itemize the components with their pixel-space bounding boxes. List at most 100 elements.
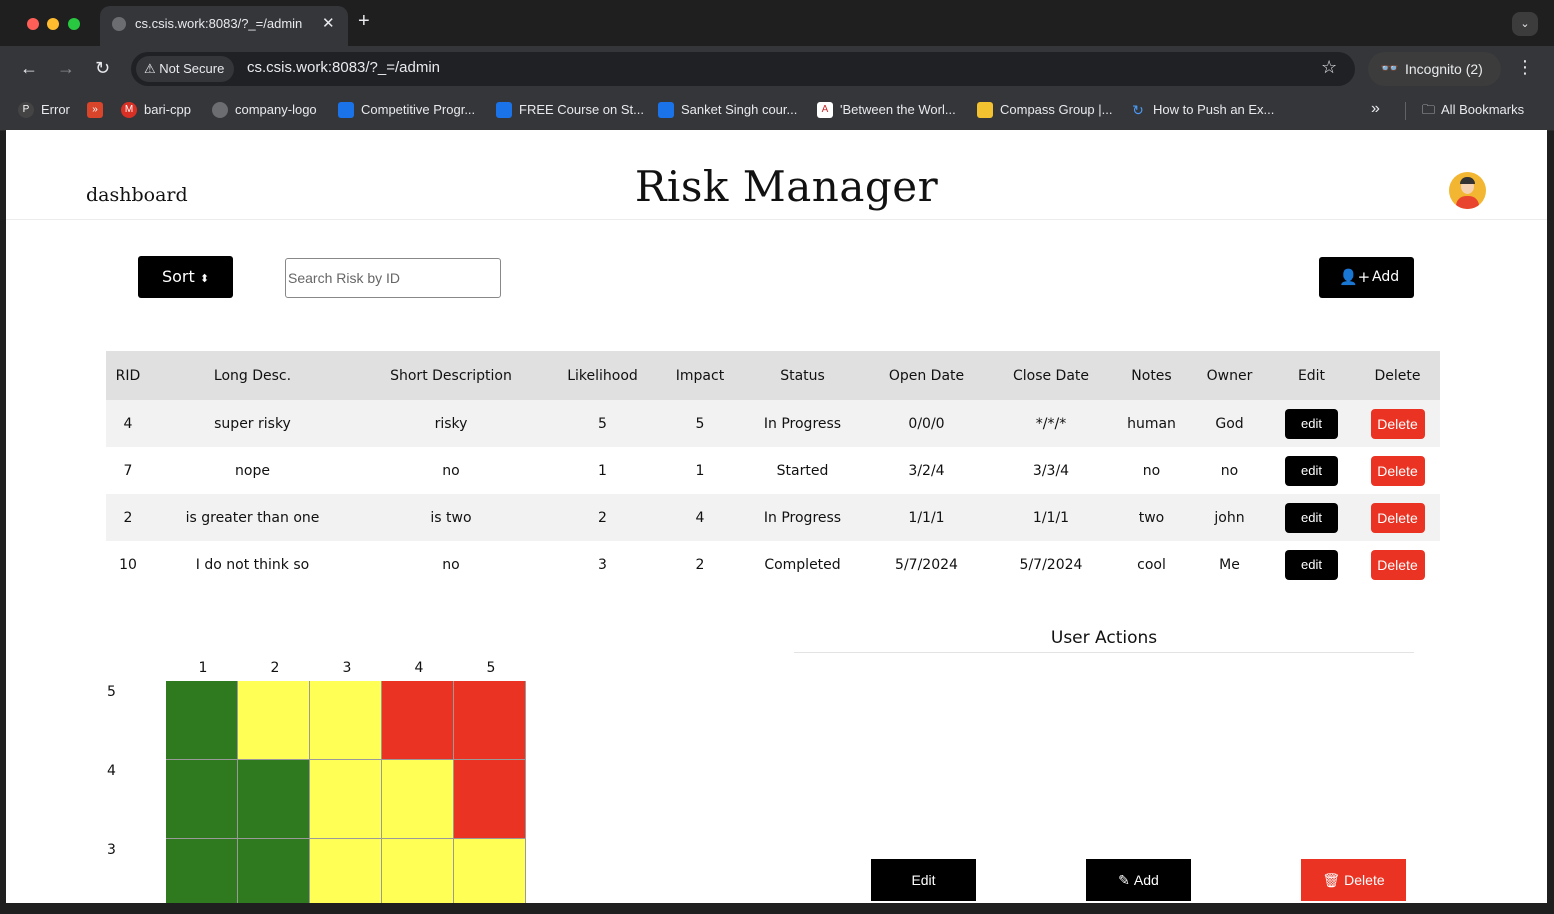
matrix-row-label: 3 — [107, 842, 116, 858]
column-header[interactable]: Status — [742, 351, 863, 400]
cell-close-date: */*/* — [990, 400, 1112, 447]
column-header[interactable]: RID — [106, 351, 150, 400]
bookmark-item[interactable]: ↻ How to Push an Ex... — [1130, 101, 1274, 121]
warning-icon: ⚠ — [144, 61, 156, 76]
column-header[interactable]: Close Date — [990, 351, 1112, 400]
column-header[interactable]: Likelihood — [547, 351, 658, 400]
delete-button[interactable]: Delete — [1370, 502, 1425, 533]
new-tab-button[interactable]: + — [358, 11, 370, 31]
matrix-cell — [310, 839, 382, 903]
cell-rid: 7 — [123, 462, 133, 479]
globe-icon — [212, 101, 228, 118]
browser-tab[interactable]: cs.csis.work:8083/?_=/admin ✕ — [100, 6, 348, 46]
cell-status: Completed — [764, 556, 841, 573]
avatar[interactable] — [1449, 172, 1486, 209]
browser-menu-icon[interactable]: ⋮ — [1516, 57, 1534, 78]
add-risk-button[interactable]: 👤+ Add — [1319, 257, 1414, 298]
bookmark-item[interactable]: A 'Between the Worl... — [817, 101, 956, 121]
bookmark-item[interactable]: Sanket Singh cour... — [658, 101, 797, 121]
doc-icon — [977, 101, 993, 118]
url-text[interactable]: cs.csis.work:8083/?_=/admin — [247, 59, 440, 76]
cell-impact: 2 — [695, 556, 705, 573]
bookmark-label: bari-cpp — [144, 102, 191, 117]
edit-button[interactable]: edit — [1285, 549, 1338, 580]
not-secure-badge[interactable]: ⚠ Not Secure — [136, 56, 235, 82]
bookmark-item[interactable]: P Error — [18, 101, 70, 121]
column-header[interactable]: Notes — [1112, 351, 1191, 400]
bookmark-item[interactable]: FREE Course on St... — [496, 101, 644, 121]
matrix-cell — [454, 681, 526, 760]
cell-open-date: 5/7/2024 — [895, 556, 958, 573]
address-bar[interactable]: ⚠ Not Secure cs.csis.work:8083/?_=/admin… — [131, 52, 1355, 86]
user-actions-edit-button[interactable]: Edit — [871, 859, 976, 901]
reload-icon[interactable]: ↻ — [95, 58, 110, 78]
window-minimize-button[interactable] — [47, 18, 59, 30]
column-header[interactable]: Short Description — [355, 351, 547, 400]
back-arrow-icon[interactable]: ← — [20, 58, 38, 78]
delete-button[interactable]: Delete — [1370, 455, 1425, 486]
not-secure-label: Not Secure — [159, 61, 225, 76]
matrix-column-label: 4 — [414, 660, 424, 676]
column-header[interactable]: Long Desc. — [150, 351, 355, 400]
edit-button[interactable]: edit — [1285, 455, 1338, 486]
cell-likelihood: 1 — [598, 462, 607, 479]
bookmarks-divider — [1405, 102, 1406, 120]
bookmark-star-icon[interactable]: ☆ — [1321, 57, 1337, 78]
bookmark-item[interactable]: company-logo — [212, 101, 317, 121]
bookmark-item[interactable]: Competitive Progr... — [338, 101, 475, 121]
all-bookmarks-button[interactable]: 🗀 All Bookmarks — [1422, 101, 1524, 123]
error-icon: P — [18, 101, 34, 118]
incognito-button[interactable]: 👓 Incognito (2) — [1368, 52, 1501, 86]
cell-likelihood: 5 — [547, 400, 658, 447]
bookmark-label: 'Between the Worl... — [840, 102, 956, 117]
tab-search-button[interactable]: ⌄ — [1512, 12, 1538, 36]
gmail-icon: M — [121, 101, 137, 118]
table-row: 4 super risky risky 5 5 In Progress 0/0/… — [106, 400, 1440, 447]
window-close-button[interactable] — [27, 18, 39, 30]
search-input[interactable] — [285, 258, 501, 298]
trash-icon: 🗑 — [1322, 872, 1341, 888]
edit-button[interactable]: edit — [1285, 502, 1338, 533]
bookmark-label: How to Push an Ex... — [1153, 102, 1275, 117]
column-header[interactable]: Owner — [1191, 351, 1268, 400]
delete-button[interactable]: Delete — [1370, 549, 1425, 580]
delete-button[interactable]: Delete — [1370, 408, 1425, 439]
column-header[interactable]: Impact — [658, 351, 742, 400]
matrix-cell — [454, 760, 526, 839]
cell-open-date: 1/1/1 — [863, 494, 990, 541]
more-bookmarks-icon[interactable]: » — [1371, 100, 1380, 118]
git-icon: » — [87, 101, 103, 118]
column-header[interactable]: Delete — [1355, 351, 1440, 400]
cell-short-desc: no — [442, 462, 460, 479]
sort-label: Sort — [161, 267, 195, 286]
cell-status: In Progress — [742, 494, 863, 541]
user-actions-delete-button[interactable]: 🗑 Delete — [1301, 859, 1406, 901]
bookmark-label: Sanket Singh cour... — [681, 102, 798, 117]
matrix-row-label: 5 — [107, 684, 116, 700]
column-header[interactable]: Open Date — [863, 351, 990, 400]
window-maximize-button[interactable] — [68, 18, 80, 30]
bookmark-item[interactable]: Mbari-cpp — [121, 101, 191, 121]
column-header[interactable]: Edit — [1268, 351, 1355, 400]
cell-long-desc: I do not think so — [195, 556, 310, 573]
all-bookmarks-label: All Bookmarks — [1441, 102, 1525, 117]
cell-rid: 10 — [119, 556, 137, 573]
cell-long-desc: nope — [235, 462, 270, 479]
matrix-cell — [238, 681, 310, 760]
cell-rid: 2 — [106, 494, 150, 541]
edit-button[interactable]: edit — [1285, 408, 1338, 439]
forward-arrow-icon[interactable]: → — [57, 58, 75, 78]
tab-close-icon[interactable]: ✕ — [322, 14, 335, 32]
cell-status: In Progress — [742, 400, 863, 447]
sort-button[interactable]: Sort ⬍ — [138, 256, 233, 298]
bookmark-item[interactable]: Compass Group |... — [977, 101, 1112, 121]
sort-icon: ⬍ — [199, 272, 210, 285]
bookmark-item[interactable]: » — [87, 101, 110, 121]
bookmark-label: Competitive Progr... — [361, 102, 476, 117]
matrix-column-label: 5 — [486, 660, 496, 676]
user-actions-add-button[interactable]: ✎ Add — [1086, 859, 1191, 901]
cell-owner: Me — [1219, 556, 1240, 573]
add-label: Add — [1372, 269, 1400, 285]
matrix-column-label: 1 — [198, 660, 208, 676]
cell-notes: cool — [1137, 556, 1166, 573]
